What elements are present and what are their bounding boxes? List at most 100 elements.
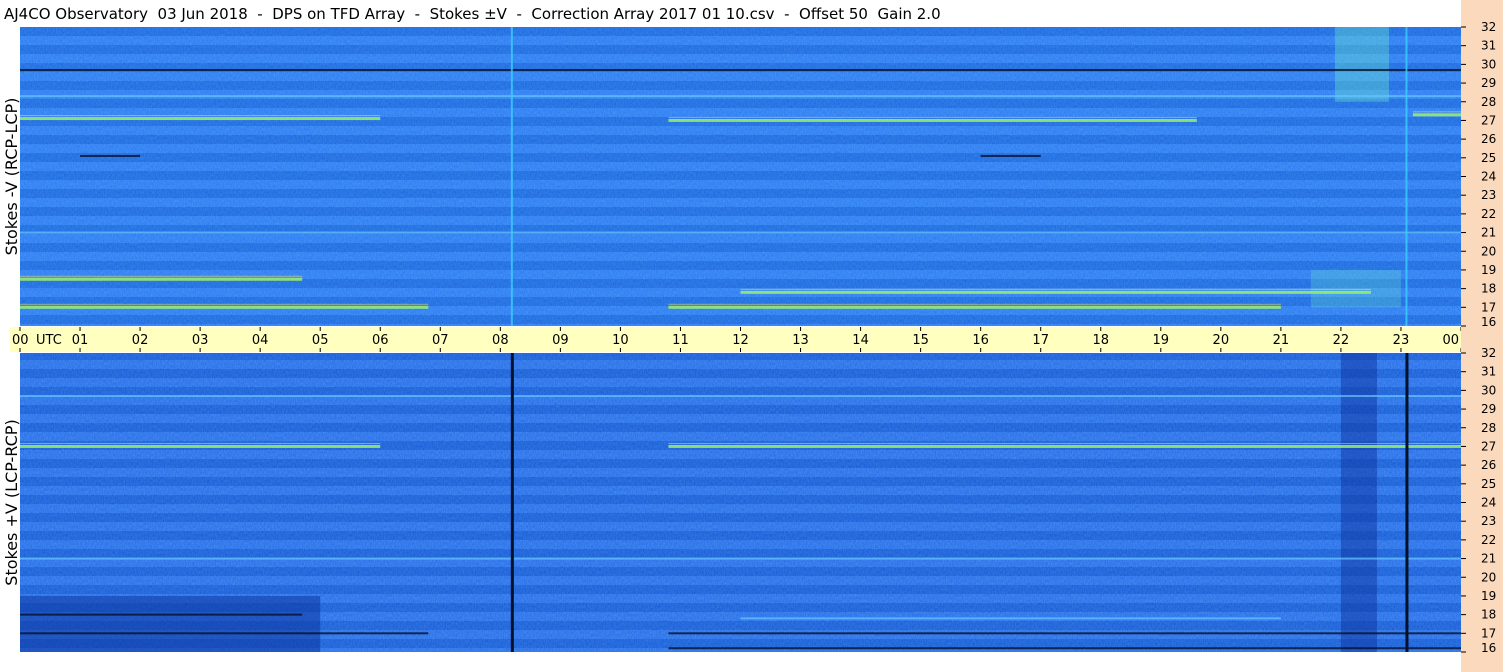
freq-tick-label: 19	[1481, 263, 1496, 277]
spectral-feature	[20, 231, 1461, 234]
time-tick-label: 03	[192, 333, 209, 348]
spectral-feature-highlight	[740, 288, 1371, 290]
spectral-feature	[1412, 113, 1461, 117]
freq-tick-label: 25	[1481, 151, 1496, 165]
spectral-feature	[20, 394, 1461, 397]
freq-tick-label: 28	[1481, 95, 1496, 109]
time-tick-label: 18	[1092, 333, 1109, 348]
spectral-feature	[668, 632, 1461, 635]
spectral-feature	[20, 444, 381, 448]
time-tick-label: 22	[1333, 333, 1350, 348]
time-tick-label: 21	[1273, 333, 1290, 348]
freq-tick-label: 31	[1481, 365, 1496, 379]
spectral-feature	[668, 444, 1461, 448]
freq-tick-label: 26	[1481, 458, 1496, 472]
spectral-feature	[20, 632, 429, 635]
freq-tick-label: 27	[1481, 113, 1496, 127]
freq-tick-label: 24	[1481, 496, 1496, 510]
freq-tick-label: 21	[1481, 226, 1496, 240]
freq-tick-label: 24	[1481, 170, 1496, 184]
spectral-feature	[668, 305, 1281, 309]
freq-tick-label: 22	[1481, 207, 1496, 221]
freq-tick-label: 18	[1481, 608, 1496, 622]
freq-tick-label: 32	[1481, 20, 1496, 34]
freq-tick-label: 16	[1481, 641, 1496, 655]
time-axis: 00 01 02 03 04 05 06 07 08 09 10 11 12 13 14 15 16 17 18 19…	[10, 327, 1497, 352]
time-tick-label: 13	[792, 333, 809, 348]
spectrogram-chart: 00 01 02 03 04 05 06 07 08 09 10 11 12 13 14 15 16 17 18 19…	[2, 0, 1503, 672]
time-tick-label: 12	[732, 333, 749, 348]
freq-tick-label: 22	[1481, 533, 1496, 547]
time-tick-label: 09	[552, 333, 569, 348]
panel-ylabel: Stokes -V (RCP-LCP)	[2, 98, 21, 256]
spectral-feature-highlight	[20, 275, 303, 277]
freq-tick-label: 31	[1481, 39, 1496, 53]
freq-tick-label: 30	[1481, 57, 1496, 71]
spectral-feature	[20, 305, 429, 309]
panel-ylabel: Stokes +V (LCP-RCP)	[2, 419, 21, 585]
spectral-feature	[740, 617, 1281, 620]
vertical-line	[1405, 27, 1408, 326]
vertical-line	[510, 353, 514, 652]
dark-region	[1340, 353, 1377, 652]
freq-tick-label: 28	[1481, 421, 1496, 435]
spectral-feature	[980, 154, 1041, 157]
spectral-feature-highlight	[20, 303, 429, 305]
spectral-feature-highlight	[668, 303, 1281, 305]
freq-tick-label: 30	[1481, 383, 1496, 397]
frequency-axes: 1617181920212223242526272829303132161718…	[1461, 0, 1503, 672]
time-tick-label: 07	[432, 333, 449, 348]
spectral-feature	[20, 95, 1461, 98]
spectral-feature	[20, 277, 303, 281]
freq-tick-label: 18	[1481, 282, 1496, 296]
spectral-feature	[20, 68, 1461, 71]
time-tick-label: 04	[252, 333, 269, 348]
freq-tick-label: 26	[1481, 132, 1496, 146]
freq-tick-label: 20	[1481, 570, 1496, 584]
freq-tick-label: 19	[1481, 589, 1496, 603]
freq-tick-label: 27	[1481, 439, 1496, 453]
time-tick-label: 14	[852, 333, 869, 348]
freq-tick-label: 20	[1481, 244, 1496, 258]
freq-tick-label: 29	[1481, 76, 1496, 90]
time-tick-label: 08	[492, 333, 509, 348]
freq-tick-label: 32	[1481, 346, 1496, 360]
time-tick-label: 15	[912, 333, 929, 348]
utc-label: UTC	[36, 333, 62, 348]
spectrogram-panel-1	[20, 27, 1461, 326]
time-tick-label: 19	[1153, 333, 1170, 348]
freq-tick-label: 29	[1481, 402, 1496, 416]
spectral-feature	[20, 557, 1461, 560]
time-tick-label: 00	[12, 333, 29, 348]
bright-region	[1334, 27, 1389, 102]
spectral-feature-highlight	[668, 442, 1461, 444]
spectral-feature-highlight	[20, 442, 381, 444]
time-tick-label: 17	[1032, 333, 1049, 348]
spectral-feature-highlight	[668, 116, 1197, 118]
vertical-line	[510, 27, 513, 326]
time-tick-label: 05	[312, 333, 329, 348]
spectral-feature	[20, 613, 303, 616]
spectral-feature	[80, 154, 141, 157]
bright-region	[1310, 269, 1401, 308]
time-tick-label: 00	[1442, 333, 1459, 348]
time-tick-label: 11	[672, 333, 689, 348]
spectral-feature	[668, 647, 1461, 650]
time-tick-label: 23	[1393, 333, 1410, 348]
time-tick-label: 16	[972, 333, 989, 348]
freq-tick-label: 25	[1481, 477, 1496, 491]
panel-bands	[20, 27, 1461, 326]
time-tick-label: 06	[372, 333, 389, 348]
spectral-feature	[20, 117, 381, 121]
spectrogram-panel-2	[20, 353, 1461, 652]
vertical-line	[1405, 353, 1409, 652]
spectral-feature-highlight	[1412, 111, 1461, 113]
time-tick-label: 01	[72, 333, 89, 348]
freq-tick-label: 23	[1481, 514, 1496, 528]
spectral-feature	[668, 118, 1197, 122]
freq-tick-label: 16	[1481, 315, 1496, 329]
spectral-feature-highlight	[20, 115, 381, 117]
time-tick-label: 20	[1213, 333, 1230, 348]
freq-tick-label: 23	[1481, 188, 1496, 202]
dark-region	[20, 595, 321, 652]
